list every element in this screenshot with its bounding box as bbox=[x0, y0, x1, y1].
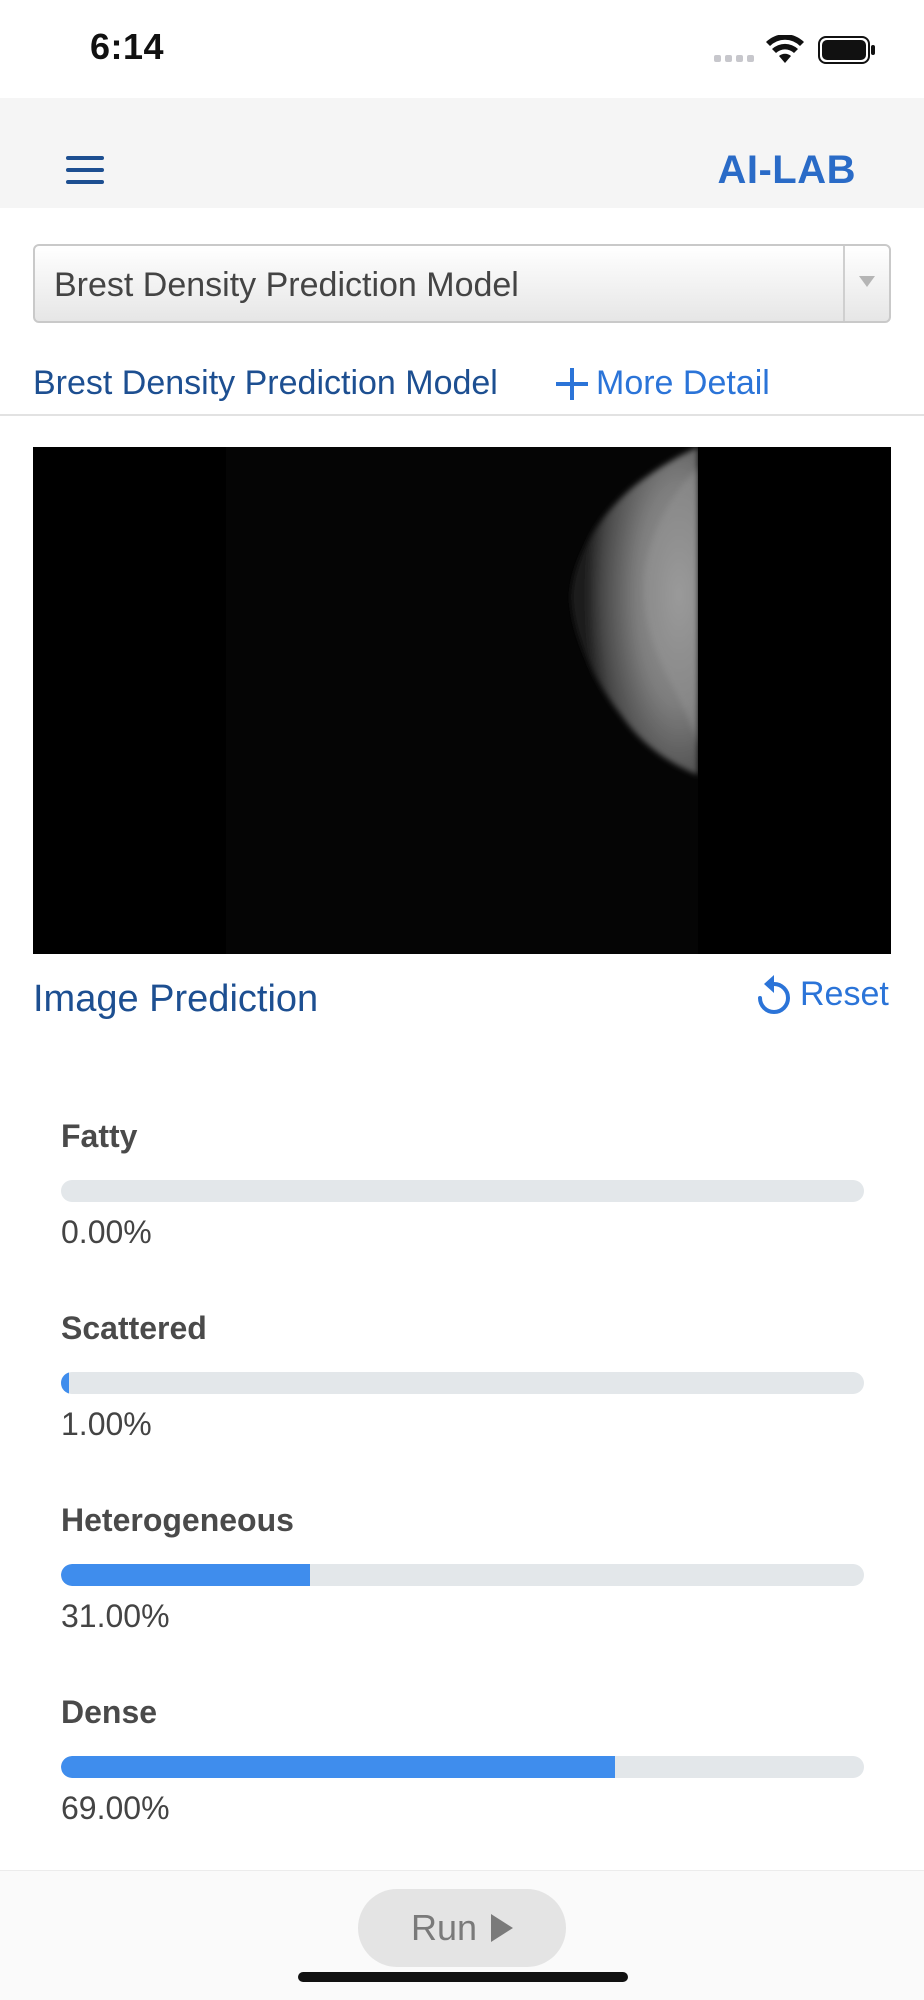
reset-button[interactable]: Reset bbox=[754, 972, 889, 1016]
prediction-progress-fill bbox=[61, 1372, 70, 1394]
reset-icon bbox=[758, 975, 790, 1014]
prediction-item-scattered: Scattered 1.00% bbox=[61, 1310, 864, 1442]
play-icon bbox=[491, 1914, 514, 1942]
prediction-value: 0.00% bbox=[61, 1214, 152, 1250]
prediction-progress-bar bbox=[61, 1180, 864, 1202]
cellular-signal-icon bbox=[714, 55, 754, 62]
reset-label: Reset bbox=[800, 974, 889, 1013]
status-bar: 6:14 bbox=[0, 0, 924, 98]
prediction-progress-fill bbox=[61, 1756, 616, 1778]
model-select-dropdown[interactable]: Brest Density Prediction Model bbox=[33, 244, 891, 323]
prediction-label: Fatty bbox=[61, 1118, 138, 1154]
image-prediction-title: Image Prediction bbox=[33, 978, 319, 1020]
wifi-icon bbox=[766, 35, 804, 63]
more-detail-button[interactable]: More Detail bbox=[556, 364, 770, 403]
prediction-progress-bar bbox=[61, 1372, 864, 1394]
model-name-label: Brest Density Prediction Model bbox=[33, 364, 498, 402]
prediction-value: 31.00% bbox=[61, 1598, 170, 1634]
prediction-value: 1.00% bbox=[61, 1406, 152, 1442]
plus-icon bbox=[556, 367, 588, 400]
prediction-label: Scattered bbox=[61, 1310, 207, 1346]
hamburger-menu-icon[interactable] bbox=[66, 156, 106, 186]
home-indicator bbox=[298, 1972, 628, 1982]
prediction-item-fatty: Fatty 0.00% bbox=[61, 1118, 864, 1250]
brand-logo: AI-LAB bbox=[717, 148, 856, 192]
prediction-progress-bar bbox=[61, 1756, 864, 1778]
run-label: Run bbox=[410, 1907, 478, 1948]
run-button[interactable]: Run bbox=[358, 1889, 566, 1967]
prediction-item-heterogeneous: Heterogeneous 31.00% bbox=[61, 1502, 864, 1634]
prediction-item-dense: Dense 69.00% bbox=[61, 1694, 864, 1826]
prediction-value: 69.00% bbox=[61, 1790, 170, 1826]
more-detail-label: More Detail bbox=[596, 364, 770, 402]
app-header: AI-LAB bbox=[0, 98, 924, 208]
mammogram-image bbox=[33, 447, 891, 954]
prediction-progress-bar bbox=[61, 1564, 864, 1586]
battery-icon bbox=[818, 36, 875, 64]
chevron-down-icon bbox=[843, 246, 889, 321]
prediction-progress-fill bbox=[61, 1564, 310, 1586]
divider bbox=[0, 414, 924, 416]
prediction-label: Dense bbox=[61, 1694, 158, 1730]
status-time: 6:14 bbox=[90, 26, 165, 67]
prediction-label: Heterogeneous bbox=[61, 1502, 294, 1538]
model-select-value: Brest Density Prediction Model bbox=[54, 266, 519, 304]
